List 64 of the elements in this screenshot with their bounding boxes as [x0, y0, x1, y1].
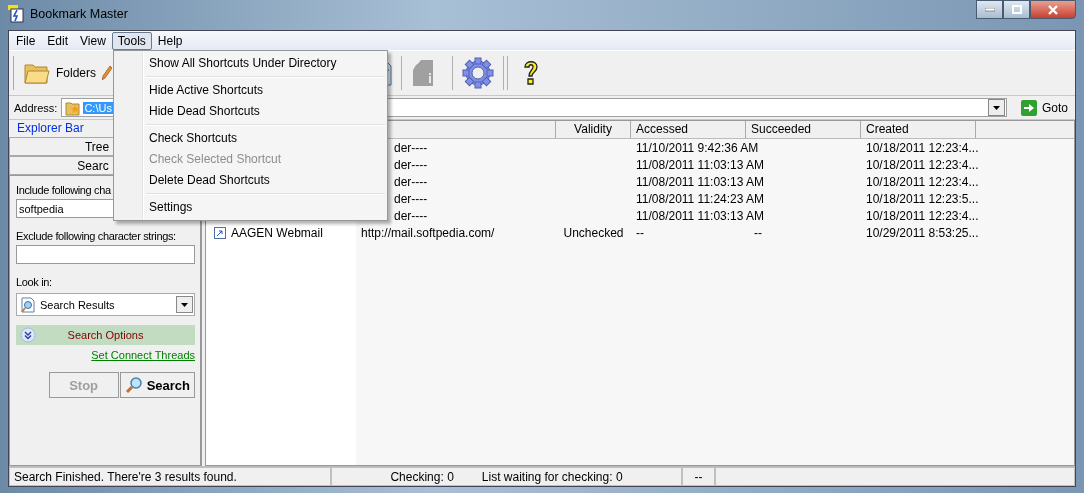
table-cell: 10/18/2011 12:23:4... — [866, 157, 979, 172]
arrow-right-icon — [1021, 99, 1037, 116]
menu-item[interactable]: Tools — [111, 31, 152, 50]
help-icon[interactable] — [522, 60, 540, 86]
table-cell: 10/18/2011 12:23:4... — [866, 174, 979, 189]
table-cell: der---- — [394, 140, 428, 155]
table-cell: Unchecked — [563, 225, 624, 240]
table-cell: AAGEN Webmail — [231, 225, 323, 240]
table-cell: 11/08/2011 11:24:23 AM — [636, 191, 765, 206]
column-header[interactable]: Accessed — [631, 121, 746, 138]
table-cell: -- — [754, 225, 762, 240]
menu-item[interactable]: File — [10, 31, 42, 50]
address-label: Address: — [14, 101, 58, 114]
table-cell: 10/18/2011 12:23:4... — [866, 140, 979, 155]
menu-item[interactable]: Edit — [41, 31, 75, 50]
maximize-button[interactable] — [1003, 0, 1030, 19]
search-button[interactable]: Search — [119, 372, 195, 398]
minimize-button[interactable] — [976, 0, 1003, 19]
double-chevron-icon — [20, 327, 36, 343]
checking-count: Checking: 0 — [390, 469, 454, 484]
menu-entry[interactable]: Hide Active Shortcuts — [116, 80, 385, 101]
table-cell: -- — [636, 225, 644, 240]
maximize-icon — [1011, 5, 1022, 14]
table-cell: 10/18/2011 12:23:4... — [866, 208, 979, 223]
menu-item[interactable]: View — [74, 31, 112, 50]
bookmark-app-icon — [8, 5, 24, 23]
folders-button[interactable]: Folders — [20, 54, 100, 92]
table-cell: 10/18/2011 12:23:5... — [866, 191, 979, 206]
table-cell: 11/10/2011 9:42:36 AM — [636, 140, 759, 155]
exclude-label: Exclude following character strings: — [16, 230, 177, 242]
column-header[interactable]: Created — [861, 121, 976, 138]
waiting-count: List waiting for checking: 0 — [481, 469, 623, 484]
folder-star-icon — [65, 99, 82, 116]
include-label: Include following cha — [16, 184, 112, 196]
status-message: Search Finished. There're 3 results found. — [14, 469, 237, 484]
table-cell: der---- — [394, 157, 428, 172]
table-cell: 11/08/2011 11:03:13 AM — [636, 174, 765, 189]
table-cell: http://mail.softpedia.com/ — [361, 225, 495, 240]
menu-item[interactable]: Help — [151, 31, 189, 50]
table-cell: der---- — [394, 208, 428, 223]
close-icon — [1047, 4, 1059, 15]
shortcut-icon — [214, 226, 226, 239]
explorer-bar-title: Explorer Bar — [16, 120, 85, 137]
column-header[interactable]: Succeeded — [746, 121, 861, 138]
folder-icon — [24, 61, 50, 85]
table-cell: 11/08/2011 11:03:13 AM — [636, 208, 765, 223]
search-document-icon — [20, 296, 36, 313]
window-title: Bookmark Master — [30, 7, 128, 21]
table-cell: der---- — [394, 174, 428, 189]
table-cell: 10/29/2011 8:53:25... — [866, 225, 979, 240]
table-cell: der---- — [394, 191, 428, 206]
search-options-bar[interactable]: Search Options — [16, 325, 195, 345]
magnifier-icon — [124, 376, 143, 394]
look-in-label: Look in: — [16, 276, 53, 288]
menu-entry[interactable]: Show All Shortcuts Under Directory — [116, 53, 385, 74]
exclude-field[interactable] — [16, 245, 195, 264]
minimize-icon — [984, 7, 995, 12]
column-header[interactable]: Validity — [556, 121, 631, 138]
goto-button[interactable]: Goto — [1011, 99, 1070, 116]
set-connect-threads-link[interactable]: Set Connect Threads — [91, 349, 195, 361]
settings-icon[interactable] — [462, 57, 494, 89]
table-cell: 11/08/2011 11:03:13 AM — [636, 157, 765, 172]
close-button[interactable] — [1030, 0, 1076, 19]
look-in-dropdown[interactable]: Search Results — [16, 293, 195, 316]
